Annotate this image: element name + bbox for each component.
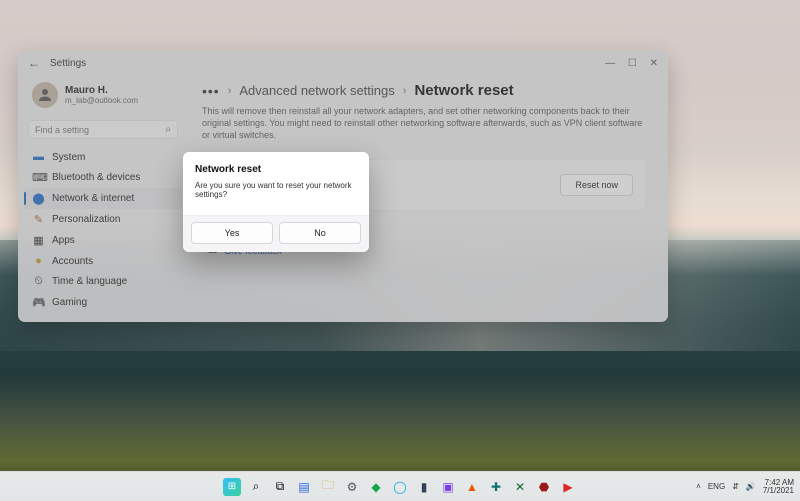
pinned-app-icon[interactable]: ◯	[391, 478, 409, 496]
desktop: ← Settings — ☐ ✕ Mauro H. m_lab@outlook.…	[0, 0, 800, 501]
clock[interactable]: 7:42 AM 7/1/2021	[763, 479, 794, 495]
volume-tray-icon[interactable]: 🔊	[746, 482, 756, 491]
pinned-app-icon[interactable]: ⬣	[535, 478, 553, 496]
confirm-dialog: Network reset Are you sure you want to r…	[183, 152, 369, 252]
yes-button[interactable]: Yes	[191, 222, 273, 244]
dialog-buttons: Yes No	[183, 215, 369, 252]
settings-taskbar-icon[interactable]: ⚙	[343, 478, 361, 496]
no-button[interactable]: No	[279, 222, 361, 244]
task-view-icon[interactable]: ⧉	[271, 478, 289, 496]
network-tray-icon[interactable]: ⇵	[732, 482, 739, 491]
language-indicator[interactable]: ENG	[708, 482, 725, 491]
dialog-title: Network reset	[183, 164, 369, 181]
explorer-icon[interactable]: 🗀	[319, 478, 337, 496]
widgets-icon[interactable]: ▤	[295, 478, 313, 496]
start-button[interactable]: ⊞	[223, 478, 241, 496]
taskbar: ⊞ ⌕ ⧉ ▤ 🗀 ⚙ ◆ ◯ ▮ ▣ ▲ ✚ ✕ ⬣ ▶ ˄ ENG ⇵ 🔊 …	[0, 471, 800, 501]
pinned-app-icon[interactable]: ▲	[463, 478, 481, 496]
dialog-message: Are you sure you want to reset your netw…	[183, 181, 369, 215]
pinned-app-icon[interactable]: ◆	[367, 478, 385, 496]
taskbar-center: ⊞ ⌕ ⧉ ▤ 🗀 ⚙ ◆ ◯ ▮ ▣ ▲ ✚ ✕ ⬣ ▶	[223, 478, 577, 496]
search-taskbar-icon[interactable]: ⌕	[247, 478, 265, 496]
pinned-app-icon[interactable]: ▣	[439, 478, 457, 496]
pinned-app-icon[interactable]: ▶	[559, 478, 577, 496]
pinned-app-icon[interactable]: ✚	[487, 478, 505, 496]
tray-overflow-icon[interactable]: ˄	[696, 482, 701, 491]
clock-date: 7/1/2021	[763, 487, 794, 495]
system-tray: ˄ ENG ⇵ 🔊 7:42 AM 7/1/2021	[696, 479, 794, 495]
pinned-app-icon[interactable]: ▮	[415, 478, 433, 496]
pinned-app-icon[interactable]: ✕	[511, 478, 529, 496]
